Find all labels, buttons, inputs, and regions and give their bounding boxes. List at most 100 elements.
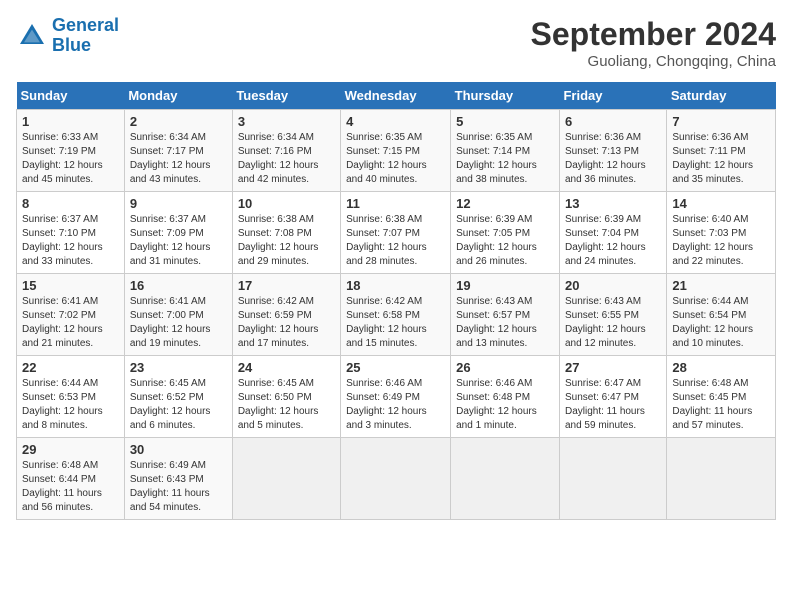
table-row: 16 Sunrise: 6:41 AMSunset: 7:00 PMDayligh… bbox=[124, 274, 232, 356]
day-number: 16 bbox=[130, 278, 227, 293]
cell-info: Sunrise: 6:41 AMSunset: 7:02 PMDaylight:… bbox=[22, 295, 119, 351]
col-sunday: Sunday bbox=[17, 82, 125, 110]
day-number: 23 bbox=[130, 360, 227, 375]
day-number: 5 bbox=[456, 114, 554, 129]
day-number: 27 bbox=[565, 360, 661, 375]
cell-info: Sunrise: 6:45 AMSunset: 6:50 PMDaylight:… bbox=[238, 377, 335, 433]
table-row: 27 Sunrise: 6:47 AMSunset: 6:47 PMDayligh… bbox=[559, 356, 666, 438]
table-row: 15 Sunrise: 6:41 AMSunset: 7:02 PMDayligh… bbox=[17, 274, 125, 356]
cell-info: Sunrise: 6:42 AMSunset: 6:58 PMDaylight:… bbox=[346, 295, 445, 351]
location-subtitle: Guoliang, Chongqing, China bbox=[531, 53, 776, 70]
table-row: 20 Sunrise: 6:43 AMSunset: 6:55 PMDayligh… bbox=[559, 274, 666, 356]
cell-info: Sunrise: 6:46 AMSunset: 6:49 PMDaylight:… bbox=[346, 377, 445, 433]
calendar-week-row: 22 Sunrise: 6:44 AMSunset: 6:53 PMDayligh… bbox=[17, 356, 776, 438]
cell-info: Sunrise: 6:34 AMSunset: 7:17 PMDaylight:… bbox=[130, 131, 227, 187]
cell-info: Sunrise: 6:35 AMSunset: 7:15 PMDaylight:… bbox=[346, 131, 445, 187]
cell-info: Sunrise: 6:37 AMSunset: 7:09 PMDaylight:… bbox=[130, 213, 227, 269]
day-number: 21 bbox=[672, 278, 770, 293]
table-row: 19 Sunrise: 6:43 AMSunset: 6:57 PMDayligh… bbox=[451, 274, 560, 356]
table-row: 29 Sunrise: 6:48 AMSunset: 6:44 PMDayligh… bbox=[17, 438, 125, 520]
cell-info: Sunrise: 6:41 AMSunset: 7:00 PMDaylight:… bbox=[130, 295, 227, 351]
cell-info: Sunrise: 6:40 AMSunset: 7:03 PMDaylight:… bbox=[672, 213, 770, 269]
cell-info: Sunrise: 6:34 AMSunset: 7:16 PMDaylight:… bbox=[238, 131, 335, 187]
day-number: 24 bbox=[238, 360, 335, 375]
title-block: September 2024 Guoliang, Chongqing, Chin… bbox=[531, 16, 776, 70]
day-number: 25 bbox=[346, 360, 445, 375]
col-monday: Monday bbox=[124, 82, 232, 110]
calendar-week-row: 1Sunrise: 6:33 AMSunset: 7:19 PMDaylight… bbox=[17, 110, 776, 192]
cell-info: Sunrise: 6:33 AMSunset: 7:19 PMDaylight:… bbox=[22, 131, 119, 187]
calendar-header-row: Sunday Monday Tuesday Wednesday Thursday… bbox=[17, 82, 776, 110]
table-row: 23 Sunrise: 6:45 AMSunset: 6:52 PMDayligh… bbox=[124, 356, 232, 438]
day-number: 26 bbox=[456, 360, 554, 375]
logo-text: General Blue bbox=[52, 16, 119, 56]
table-row: 12 Sunrise: 6:39 AMSunset: 7:05 PMDayligh… bbox=[451, 192, 560, 274]
day-number: 17 bbox=[238, 278, 335, 293]
cell-info: Sunrise: 6:37 AMSunset: 7:10 PMDaylight:… bbox=[22, 213, 119, 269]
calendar-week-row: 15 Sunrise: 6:41 AMSunset: 7:02 PMDayligh… bbox=[17, 274, 776, 356]
table-row: 6 Sunrise: 6:36 AMSunset: 7:13 PMDaylight… bbox=[559, 110, 666, 192]
col-thursday: Thursday bbox=[451, 82, 560, 110]
day-number: 29 bbox=[22, 442, 119, 457]
day-number: 18 bbox=[346, 278, 445, 293]
table-row: 3 Sunrise: 6:34 AMSunset: 7:16 PMDaylight… bbox=[232, 110, 340, 192]
table-row: 21 Sunrise: 6:44 AMSunset: 6:54 PMDayligh… bbox=[667, 274, 776, 356]
day-number: 3 bbox=[238, 114, 335, 129]
col-tuesday: Tuesday bbox=[232, 82, 340, 110]
cell-info: Sunrise: 6:35 AMSunset: 7:14 PMDaylight:… bbox=[456, 131, 554, 187]
table-row: 13Sunrise: 6:39 AMSunset: 7:04 PMDayligh… bbox=[559, 192, 666, 274]
logo: General Blue bbox=[16, 16, 119, 56]
table-row: 7Sunrise: 6:36 AMSunset: 7:11 PMDaylight… bbox=[667, 110, 776, 192]
cell-info: Sunrise: 6:46 AMSunset: 6:48 PMDaylight:… bbox=[456, 377, 554, 433]
cell-info: Sunrise: 6:42 AMSunset: 6:59 PMDaylight:… bbox=[238, 295, 335, 351]
table-row: 24 Sunrise: 6:45 AMSunset: 6:50 PMDayligh… bbox=[232, 356, 340, 438]
cell-info: Sunrise: 6:45 AMSunset: 6:52 PMDaylight:… bbox=[130, 377, 227, 433]
table-row: 1Sunrise: 6:33 AMSunset: 7:19 PMDaylight… bbox=[17, 110, 125, 192]
cell-info: Sunrise: 6:39 AMSunset: 7:04 PMDaylight:… bbox=[565, 213, 661, 269]
table-row bbox=[667, 438, 776, 520]
col-friday: Friday bbox=[559, 82, 666, 110]
logo-icon bbox=[16, 20, 48, 52]
cell-info: Sunrise: 6:43 AMSunset: 6:55 PMDaylight:… bbox=[565, 295, 661, 351]
col-wednesday: Wednesday bbox=[341, 82, 451, 110]
day-number: 14 bbox=[672, 196, 770, 211]
table-row: 18 Sunrise: 6:42 AMSunset: 6:58 PMDayligh… bbox=[341, 274, 451, 356]
cell-info: Sunrise: 6:47 AMSunset: 6:47 PMDaylight:… bbox=[565, 377, 661, 433]
cell-info: Sunrise: 6:44 AMSunset: 6:53 PMDaylight:… bbox=[22, 377, 119, 433]
table-row: 26 Sunrise: 6:46 AMSunset: 6:48 PMDayligh… bbox=[451, 356, 560, 438]
cell-info: Sunrise: 6:43 AMSunset: 6:57 PMDaylight:… bbox=[456, 295, 554, 351]
day-number: 22 bbox=[22, 360, 119, 375]
calendar-table: Sunday Monday Tuesday Wednesday Thursday… bbox=[16, 82, 776, 520]
cell-info: Sunrise: 6:38 AMSunset: 7:07 PMDaylight:… bbox=[346, 213, 445, 269]
cell-info: Sunrise: 6:48 AMSunset: 6:44 PMDaylight:… bbox=[22, 459, 119, 515]
day-number: 10 bbox=[238, 196, 335, 211]
cell-info: Sunrise: 6:36 AMSunset: 7:13 PMDaylight:… bbox=[565, 131, 661, 187]
day-number: 30 bbox=[130, 442, 227, 457]
table-row: 4 Sunrise: 6:35 AMSunset: 7:15 PMDaylight… bbox=[341, 110, 451, 192]
cell-info: Sunrise: 6:44 AMSunset: 6:54 PMDaylight:… bbox=[672, 295, 770, 351]
table-row: 22 Sunrise: 6:44 AMSunset: 6:53 PMDayligh… bbox=[17, 356, 125, 438]
day-number: 20 bbox=[565, 278, 661, 293]
day-number: 2 bbox=[130, 114, 227, 129]
calendar-week-row: 8Sunrise: 6:37 AMSunset: 7:10 PMDaylight… bbox=[17, 192, 776, 274]
day-number: 19 bbox=[456, 278, 554, 293]
day-number: 15 bbox=[22, 278, 119, 293]
day-number: 4 bbox=[346, 114, 445, 129]
day-number: 6 bbox=[565, 114, 661, 129]
table-row: 10 Sunrise: 6:38 AMSunset: 7:08 PMDayligh… bbox=[232, 192, 340, 274]
cell-info: Sunrise: 6:38 AMSunset: 7:08 PMDaylight:… bbox=[238, 213, 335, 269]
cell-info: Sunrise: 6:36 AMSunset: 7:11 PMDaylight:… bbox=[672, 131, 770, 187]
day-number: 11 bbox=[346, 196, 445, 211]
month-title: September 2024 bbox=[531, 16, 776, 53]
day-number: 12 bbox=[456, 196, 554, 211]
day-number: 9 bbox=[130, 196, 227, 211]
table-row bbox=[559, 438, 666, 520]
table-row: 11 Sunrise: 6:38 AMSunset: 7:07 PMDayligh… bbox=[341, 192, 451, 274]
table-row bbox=[232, 438, 340, 520]
table-row: 5 Sunrise: 6:35 AMSunset: 7:14 PMDaylight… bbox=[451, 110, 560, 192]
cell-info: Sunrise: 6:39 AMSunset: 7:05 PMDaylight:… bbox=[456, 213, 554, 269]
table-row: 25 Sunrise: 6:46 AMSunset: 6:49 PMDayligh… bbox=[341, 356, 451, 438]
table-row: 28Sunrise: 6:48 AMSunset: 6:45 PMDayligh… bbox=[667, 356, 776, 438]
table-row: 2 Sunrise: 6:34 AMSunset: 7:17 PMDaylight… bbox=[124, 110, 232, 192]
table-row: 9 Sunrise: 6:37 AMSunset: 7:09 PMDaylight… bbox=[124, 192, 232, 274]
